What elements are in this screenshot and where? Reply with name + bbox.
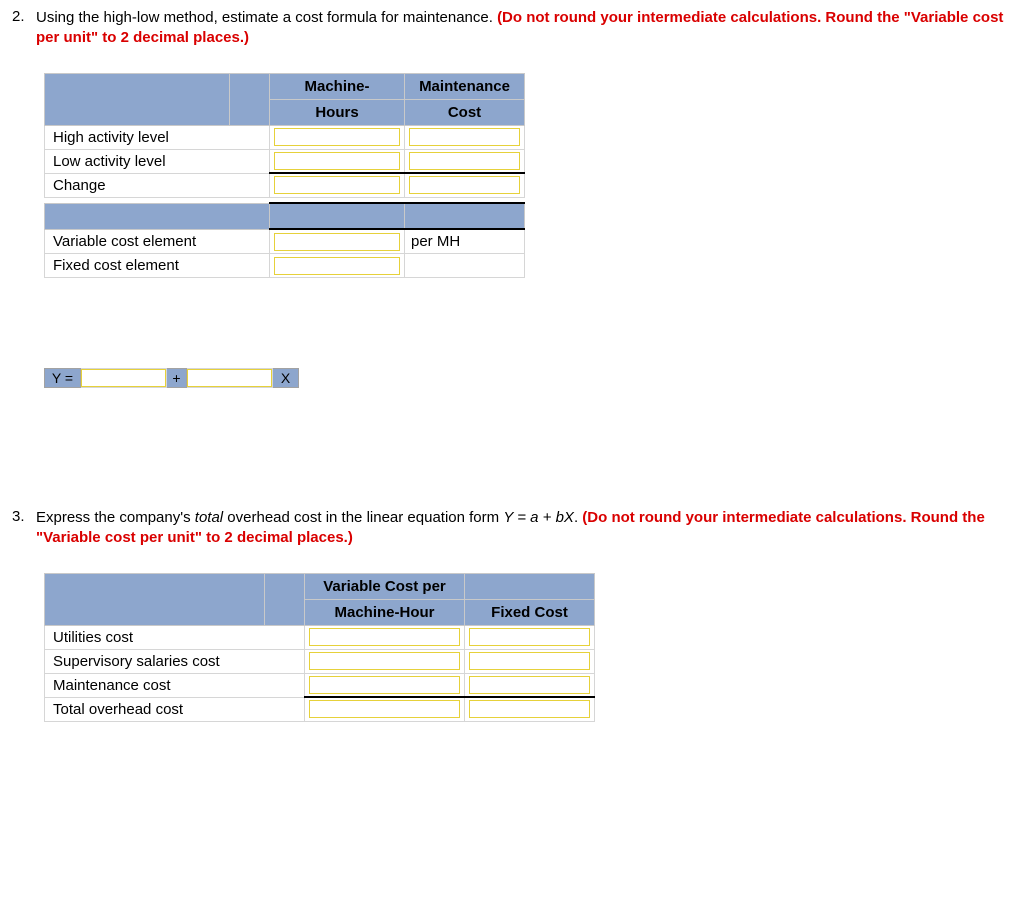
input-cell bbox=[305, 625, 465, 649]
row-utilities: Utilities cost bbox=[45, 625, 305, 649]
question-text: Using the high-low method, estimate a co… bbox=[36, 8, 1012, 49]
input-cell bbox=[465, 697, 595, 721]
q3-overhead-table: Variable Cost per Machine-Hour Fixed Cos… bbox=[44, 573, 595, 722]
q2-highlow-table: Machine- Maintenance Hours Cost High act… bbox=[44, 73, 525, 279]
blank-header bbox=[230, 73, 270, 125]
q3-text-italic: total bbox=[195, 509, 223, 526]
table-row: Variable cost element per MH bbox=[45, 229, 525, 254]
table-row: Fixed cost element bbox=[45, 254, 525, 278]
table-row: Maintenance cost bbox=[45, 673, 595, 697]
input-cell bbox=[465, 649, 595, 673]
supervisory-var-input[interactable] bbox=[309, 652, 460, 670]
q2-text: Using the high-low method, estimate a co… bbox=[36, 9, 497, 26]
table-row: Change bbox=[45, 173, 525, 197]
total-var-input[interactable] bbox=[309, 700, 460, 718]
input-cell bbox=[305, 649, 465, 673]
input-cell bbox=[270, 173, 405, 197]
question-2: 2. Using the high-low method, estimate a… bbox=[12, 8, 1012, 49]
blank-header bbox=[270, 203, 405, 229]
low-mh-input[interactable] bbox=[274, 152, 400, 170]
col-machine-hours-b: Hours bbox=[270, 99, 405, 125]
maintenance-fixed-input[interactable] bbox=[469, 676, 590, 694]
input-cell bbox=[270, 254, 405, 278]
row-fixed-cost: Fixed cost element bbox=[45, 254, 270, 278]
row-high-activity: High activity level bbox=[45, 125, 270, 149]
input-cell bbox=[465, 625, 595, 649]
blank-header bbox=[405, 203, 525, 229]
input-cell bbox=[405, 125, 525, 149]
maintenance-var-input[interactable] bbox=[309, 676, 460, 694]
row-total-overhead: Total overhead cost bbox=[45, 697, 305, 721]
eq-x-label: X bbox=[273, 369, 299, 388]
supervisory-fixed-input[interactable] bbox=[469, 652, 590, 670]
eq-plus-label: + bbox=[167, 369, 187, 388]
blank-header bbox=[265, 573, 305, 625]
q3-text-mid: overhead cost in the linear equation for… bbox=[223, 509, 503, 526]
eq-b-input[interactable] bbox=[187, 369, 272, 387]
input-cell bbox=[405, 173, 525, 197]
change-mh-input[interactable] bbox=[274, 176, 400, 194]
col-varcost-per: Variable Cost per bbox=[305, 573, 465, 599]
blank-cell bbox=[405, 254, 525, 278]
high-cost-input[interactable] bbox=[409, 128, 520, 146]
question-text: Express the company's total overhead cos… bbox=[36, 508, 1012, 549]
utilities-fixed-input[interactable] bbox=[469, 628, 590, 646]
input-cell bbox=[187, 369, 273, 388]
q3-text-pre: Express the company's bbox=[36, 509, 195, 526]
row-supervisory: Supervisory salaries cost bbox=[45, 649, 305, 673]
per-mh-label: per MH bbox=[405, 229, 525, 254]
change-cost-input[interactable] bbox=[409, 176, 520, 194]
q3-text-formula: Y = a + bX bbox=[503, 509, 574, 526]
col-maintenance-cost: Maintenance bbox=[405, 73, 525, 99]
varcost-input[interactable] bbox=[274, 233, 400, 251]
input-cell bbox=[270, 229, 405, 254]
col-machine-hours: Machine- bbox=[270, 73, 405, 99]
row-change: Change bbox=[45, 173, 270, 197]
eq-y-label: Y = bbox=[45, 369, 81, 388]
blank-header bbox=[45, 203, 270, 229]
row-variable-cost: Variable cost element bbox=[45, 229, 270, 254]
utilities-var-input[interactable] bbox=[309, 628, 460, 646]
input-cell bbox=[81, 369, 167, 388]
q2-equation: Y = + X bbox=[44, 368, 299, 388]
table-row: Low activity level bbox=[45, 149, 525, 173]
low-cost-input[interactable] bbox=[409, 152, 520, 170]
row-maintenance: Maintenance cost bbox=[45, 673, 305, 697]
blank-header bbox=[45, 73, 230, 125]
input-cell bbox=[405, 149, 525, 173]
eq-a-input[interactable] bbox=[81, 369, 166, 387]
question-3: 3. Express the company's total overhead … bbox=[12, 508, 1012, 549]
col-fixed-cost: Fixed Cost bbox=[465, 599, 595, 625]
table-row: Supervisory salaries cost bbox=[45, 649, 595, 673]
question-number: 2. bbox=[12, 8, 36, 25]
table-row: Utilities cost bbox=[45, 625, 595, 649]
question-number: 3. bbox=[12, 508, 36, 525]
input-cell bbox=[465, 673, 595, 697]
fixedcost-input[interactable] bbox=[274, 257, 400, 275]
blank-header bbox=[45, 573, 265, 625]
high-mh-input[interactable] bbox=[274, 128, 400, 146]
table-row: High activity level bbox=[45, 125, 525, 149]
input-cell bbox=[305, 673, 465, 697]
input-cell bbox=[270, 149, 405, 173]
blank-header bbox=[465, 573, 595, 599]
input-cell bbox=[305, 697, 465, 721]
col-maintenance-cost-b: Cost bbox=[405, 99, 525, 125]
input-cell bbox=[270, 125, 405, 149]
table-row: Total overhead cost bbox=[45, 697, 595, 721]
total-fixed-input[interactable] bbox=[469, 700, 590, 718]
row-low-activity: Low activity level bbox=[45, 149, 270, 173]
col-machine-hour: Machine-Hour bbox=[305, 599, 465, 625]
